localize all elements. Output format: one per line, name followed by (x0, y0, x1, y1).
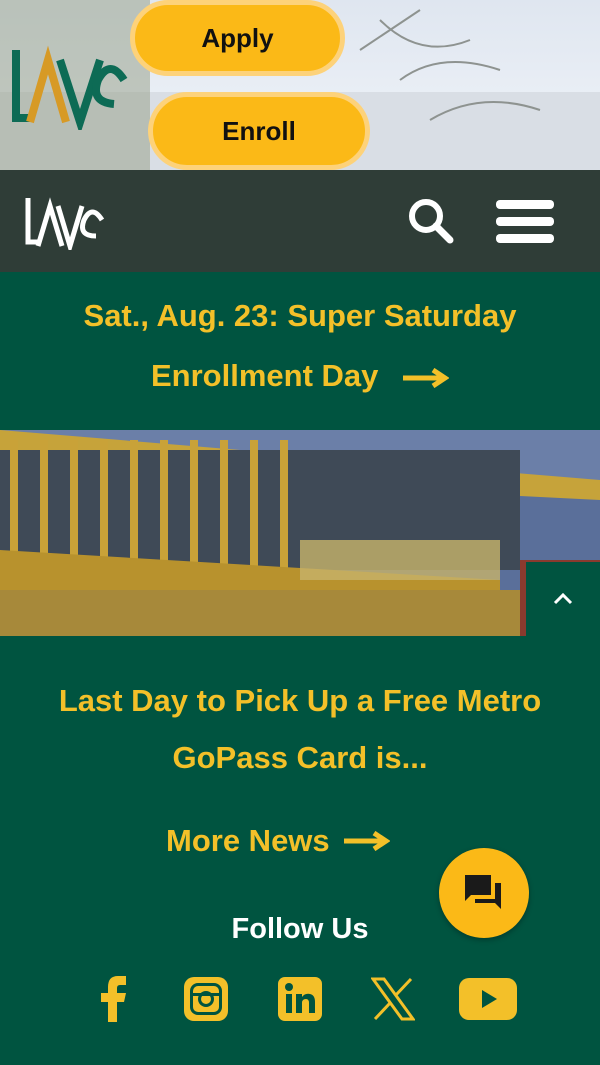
instagram-icon (184, 977, 228, 1021)
header-logo[interactable] (24, 192, 106, 255)
apply-label: Apply (201, 22, 274, 53)
news-photo[interactable] (0, 430, 600, 636)
linkedin-icon (278, 977, 322, 1021)
facebook-icon (101, 976, 126, 1022)
news-headline-line1: Last Day to Pick Up a Free Metro (58, 683, 542, 718)
linkedin-link[interactable] (271, 972, 329, 1026)
search-icon (409, 199, 454, 244)
announcement-link-text: Enrollment Day (150, 358, 379, 393)
more-news-link[interactable]: More News (166, 823, 390, 859)
more-news-label: More News (166, 823, 330, 858)
lavc-logo[interactable] (10, 40, 130, 136)
instagram-link[interactable] (177, 972, 235, 1026)
announcement-line1: Sat., Aug. 23: Super Saturday (83, 298, 517, 333)
hamburger-icon (496, 217, 554, 226)
enroll-button[interactable]: Enroll (148, 92, 370, 170)
menu-button[interactable] (496, 200, 554, 244)
arrow-right-icon (343, 831, 390, 851)
apply-button[interactable]: Apply (130, 0, 345, 76)
hamburger-icon (496, 200, 554, 209)
back-to-top-button[interactable] (526, 562, 600, 636)
announcement-banner[interactable]: Sat., Aug. 23: Super Saturday Enrollment… (0, 272, 600, 430)
building-image (0, 430, 600, 636)
enroll-label: Enroll (222, 115, 296, 146)
lavc-logo-icon (12, 45, 128, 136)
facebook-link[interactable] (84, 972, 142, 1026)
arrow-right-icon (403, 367, 450, 388)
search-button[interactable] (404, 194, 456, 246)
x-link[interactable] (364, 972, 422, 1026)
youtube-icon (459, 978, 517, 1020)
hamburger-icon (496, 234, 554, 243)
chat-icon (465, 875, 501, 909)
lavc-logo-icon (25, 197, 105, 255)
announcement-line2: Enrollment Day (0, 346, 600, 406)
x-icon (371, 977, 415, 1021)
youtube-link[interactable] (458, 972, 518, 1026)
news-headline[interactable]: Last Day to Pick Up a Free Metro GoPass … (0, 672, 600, 786)
chevron-up-icon (553, 592, 573, 605)
news-headline-line2: GoPass Card is... (172, 740, 428, 775)
follow-us-heading: Follow Us (231, 913, 369, 945)
